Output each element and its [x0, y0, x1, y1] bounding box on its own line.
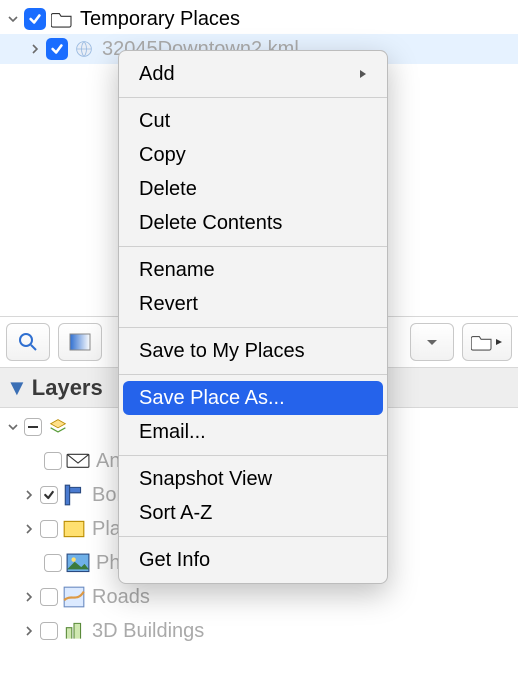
- menu-separator: [119, 246, 387, 247]
- layer-row[interactable]: Roads: [0, 580, 518, 614]
- layer-row[interactable]: 3D Buildings: [0, 614, 518, 648]
- gradient-button[interactable]: [58, 323, 102, 361]
- photos-icon: [66, 553, 90, 573]
- checkbox-mixed[interactable]: [24, 418, 42, 436]
- announcements-icon: [66, 451, 90, 471]
- checkbox[interactable]: [40, 588, 58, 606]
- disclosure-closed-icon[interactable]: [22, 522, 36, 536]
- tree-item-label: Temporary Places: [80, 8, 240, 31]
- menu-separator: [119, 536, 387, 537]
- disclosure-triangle-icon: ▼: [6, 375, 28, 401]
- menu-item-label: Revert: [139, 293, 198, 316]
- disclosure-open-icon[interactable]: [6, 420, 20, 434]
- disclosure-closed-icon[interactable]: [22, 590, 36, 604]
- layer-label: 3D Buildings: [92, 620, 204, 643]
- menu-item-cut[interactable]: Cut: [119, 104, 387, 138]
- folder-icon: [50, 9, 74, 29]
- dropdown-button[interactable]: [410, 323, 454, 361]
- roads-icon: [62, 587, 86, 607]
- tree-row-temporary-places[interactable]: Temporary Places: [0, 4, 518, 34]
- menu-item-label: Add: [139, 63, 175, 86]
- menu-item-add[interactable]: Add: [119, 57, 387, 91]
- menu-item-revert[interactable]: Revert: [119, 287, 387, 321]
- folder-button[interactable]: [462, 323, 512, 361]
- menu-item-get-info[interactable]: Get Info: [119, 543, 387, 577]
- disclosure-open-icon[interactable]: [6, 12, 20, 26]
- menu-item-delete-contents[interactable]: Delete Contents: [119, 206, 387, 240]
- places-icon: [62, 519, 86, 539]
- disclosure-closed-icon[interactable]: [28, 42, 42, 56]
- menu-item-label: Delete Contents: [139, 212, 282, 235]
- disclosure-closed-icon[interactable]: [22, 624, 36, 638]
- menu-item-label: Get Info: [139, 549, 210, 572]
- menu-separator: [119, 374, 387, 375]
- menu-separator: [119, 327, 387, 328]
- layers-icon: [46, 417, 70, 437]
- checkbox[interactable]: [44, 452, 62, 470]
- search-button[interactable]: [6, 323, 50, 361]
- menu-item-label: Copy: [139, 144, 186, 167]
- menu-item-email[interactable]: Email...: [119, 415, 387, 449]
- globe-icon: [72, 39, 96, 59]
- menu-item-save-place-as[interactable]: Save Place As...: [123, 381, 383, 415]
- menu-item-label: Email...: [139, 421, 206, 444]
- submenu-arrow-icon: [359, 66, 367, 82]
- checkbox[interactable]: [46, 38, 68, 60]
- borders-icon: [62, 485, 86, 505]
- checkbox[interactable]: [40, 486, 58, 504]
- menu-item-label: Save to My Places: [139, 340, 305, 363]
- menu-item-label: Delete: [139, 178, 197, 201]
- menu-item-label: Cut: [139, 110, 170, 133]
- buildings-icon: [62, 621, 86, 641]
- menu-item-snapshot[interactable]: Snapshot View: [119, 462, 387, 496]
- menu-item-rename[interactable]: Rename: [119, 253, 387, 287]
- menu-item-label: Snapshot View: [139, 468, 272, 491]
- menu-separator: [119, 97, 387, 98]
- checkbox[interactable]: [40, 520, 58, 538]
- menu-item-delete[interactable]: Delete: [119, 172, 387, 206]
- disclosure-closed-icon[interactable]: [22, 488, 36, 502]
- menu-separator: [119, 455, 387, 456]
- checkbox[interactable]: [24, 8, 46, 30]
- menu-item-label: Rename: [139, 259, 215, 282]
- menu-item-sort[interactable]: Sort A-Z: [119, 496, 387, 530]
- menu-item-label: Save Place As...: [139, 387, 285, 410]
- layers-header-label: Layers: [32, 375, 103, 401]
- layer-label: Roads: [92, 586, 150, 609]
- menu-item-label: Sort A-Z: [139, 502, 212, 525]
- checkbox[interactable]: [40, 622, 58, 640]
- checkbox[interactable]: [44, 554, 62, 572]
- menu-item-save-my-places[interactable]: Save to My Places: [119, 334, 387, 368]
- menu-item-copy[interactable]: Copy: [119, 138, 387, 172]
- context-menu: Add Cut Copy Delete Delete Contents Rena…: [118, 50, 388, 584]
